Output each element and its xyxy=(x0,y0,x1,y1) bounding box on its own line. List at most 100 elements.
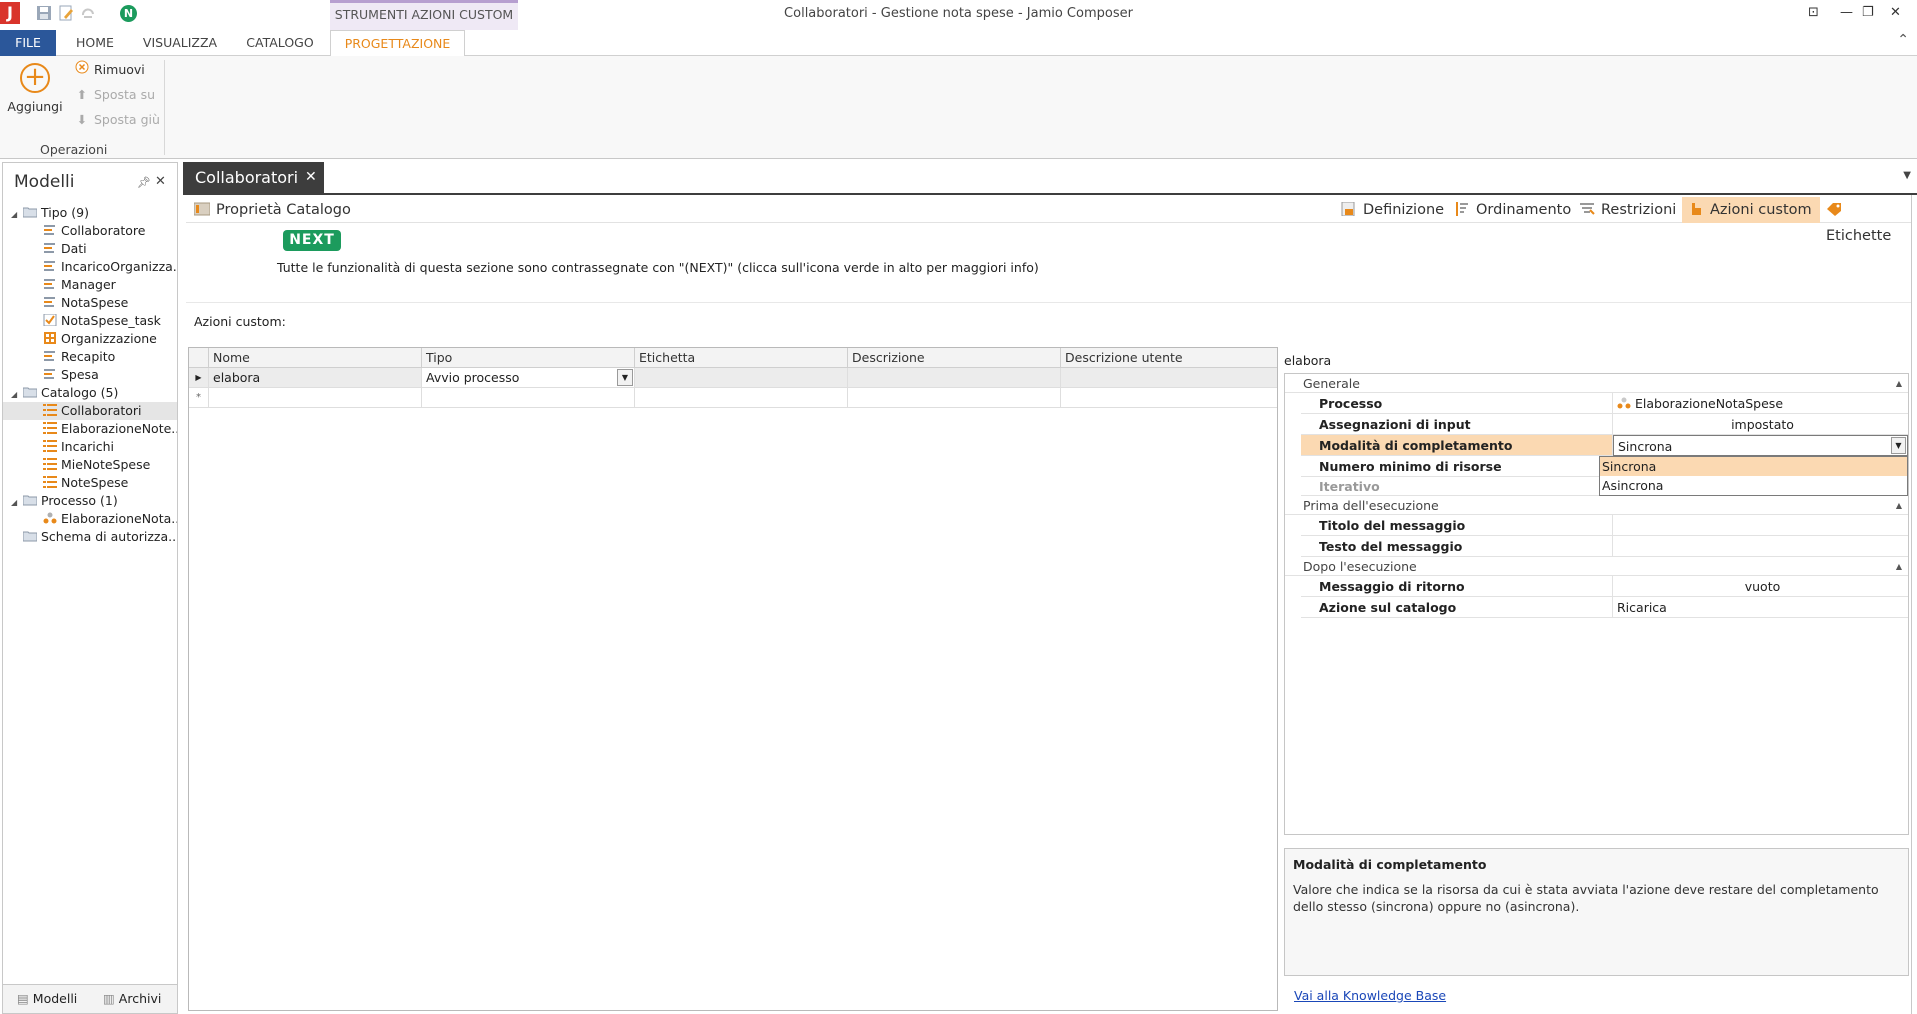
property-description-panel: Modalità di completamento Valore che ind… xyxy=(1284,848,1909,976)
tree-item-label: ElaborazioneNota... xyxy=(61,511,177,526)
type-icon xyxy=(43,223,57,235)
pin-icon[interactable]: 📌︎ xyxy=(137,176,151,189)
close-tab-icon[interactable]: ✕ xyxy=(305,169,317,185)
tree-item[interactable]: Collaboratori xyxy=(3,402,177,420)
view-etichette-label: Etichette xyxy=(1826,228,1892,244)
prop-value-messaggio[interactable]: vuoto xyxy=(1613,576,1908,597)
tree-item[interactable]: Recapito xyxy=(3,348,177,366)
knowledge-base-link[interactable]: Vai alla Knowledge Base xyxy=(1294,988,1446,1003)
collapse-icon[interactable]: ▲ xyxy=(1896,557,1902,576)
models-panel-title: Modelli xyxy=(14,172,75,192)
tab-modelli[interactable]: ▤ Modelli xyxy=(17,991,77,1006)
collapse-ribbon-icon[interactable]: ⌃ xyxy=(1897,32,1909,48)
cell-tipo-select[interactable]: Avvio processo ▼ xyxy=(422,368,635,388)
new-row-cell[interactable] xyxy=(848,388,1061,408)
tree-item[interactable]: MieNoteSpese xyxy=(3,456,177,474)
collapse-icon[interactable]: ▲ xyxy=(1896,374,1902,393)
tree-item[interactable]: NotaSpese_task xyxy=(3,312,177,330)
tree-group[interactable]: ◢ Tipo (9) xyxy=(3,204,177,222)
folder-icon xyxy=(22,493,38,506)
expand-toggle-icon[interactable]: ◢ xyxy=(11,206,23,222)
prop-value-titolo[interactable] xyxy=(1613,515,1908,536)
move-up-button[interactable]: ⬆ Sposta su xyxy=(74,85,155,105)
tree-item[interactable]: NoteSpese xyxy=(3,474,177,492)
dropdown-option-asincrona[interactable]: Asincrona xyxy=(1600,476,1907,495)
prop-value-testo[interactable] xyxy=(1613,536,1908,557)
expand-toggle-icon[interactable]: ◢ xyxy=(11,494,23,510)
prop-value-processo[interactable]: ElaborazioneNotaSpese xyxy=(1613,393,1908,414)
tab-home[interactable]: HOME xyxy=(60,30,130,56)
add-button[interactable]: + Aggiungi xyxy=(4,60,66,120)
expand-toggle-icon[interactable]: ◢ xyxy=(11,386,23,402)
prop-value-modalita-select[interactable]: Sincrona ▼ xyxy=(1613,435,1908,456)
tab-visualizza[interactable]: VISUALIZZA xyxy=(136,30,224,56)
new-row-marker[interactable]: * xyxy=(189,388,209,408)
tree-group[interactable]: Schema di autorizza... xyxy=(3,528,177,546)
category-dopo-label: Dopo l'esecuzione xyxy=(1303,559,1417,574)
tree-item[interactable]: Spesa xyxy=(3,366,177,384)
cell-descrizione[interactable] xyxy=(848,368,1061,388)
description-text: Valore che indica se la risorsa da cui è… xyxy=(1293,882,1879,914)
view-definizione-button[interactable]: Definizione xyxy=(1341,197,1444,223)
view-etichette-button[interactable]: Etichette xyxy=(1826,197,1911,244)
view-azioni-custom-button[interactable]: Azioni custom xyxy=(1682,197,1820,223)
tree-item[interactable]: Dati xyxy=(3,240,177,258)
document-tab[interactable]: Collaboratori ✕ xyxy=(183,162,324,194)
column-header-descrizione-utente[interactable]: Descrizione utente xyxy=(1061,348,1277,368)
new-row-cell[interactable] xyxy=(209,388,422,408)
maximize-icon[interactable]: ❐ xyxy=(1862,5,1874,20)
category-prima[interactable]: Prima dell'esecuzione ▲ xyxy=(1285,496,1908,515)
tree-item[interactable]: Incarichi xyxy=(3,438,177,456)
row-indicator-icon[interactable]: ▶ xyxy=(189,368,209,388)
restore-ribbon-icon[interactable]: ⊡ xyxy=(1808,5,1819,20)
tree-item-label: Collaboratori xyxy=(61,403,142,418)
column-header-nome[interactable]: Nome xyxy=(209,348,422,368)
minimize-icon[interactable]: — xyxy=(1840,5,1853,20)
prop-value-assegnazioni[interactable]: impostato xyxy=(1613,414,1908,435)
tree-item[interactable]: IncaricoOrganizza... xyxy=(3,258,177,276)
tab-catalogo[interactable]: CATALOGO xyxy=(230,30,330,56)
prop-name-numero: Numero minimo di risorse xyxy=(1301,456,1613,477)
remove-button[interactable]: Rimuovi xyxy=(74,60,145,80)
column-header-etichetta[interactable]: Etichetta xyxy=(635,348,848,368)
tree-item[interactable]: ElaborazioneNota... xyxy=(3,510,177,528)
close-panel-icon[interactable]: ✕ xyxy=(155,174,166,189)
view-restrizioni-button[interactable]: Restrizioni xyxy=(1579,197,1676,223)
move-down-button[interactable]: ⬇ Sposta giù xyxy=(74,110,160,130)
tree-group[interactable]: ◢ Catalogo (5) xyxy=(3,384,177,402)
column-header-descrizione[interactable]: Descrizione xyxy=(848,348,1061,368)
tab-list-dropdown-icon[interactable]: ▼ xyxy=(1903,170,1911,181)
close-window-icon[interactable]: ✕ xyxy=(1890,5,1901,20)
tab-archivi[interactable]: ▥ Archivi xyxy=(103,991,161,1006)
tree-item[interactable]: ElaborazioneNote... xyxy=(3,420,177,438)
tab-file[interactable]: FILE xyxy=(0,30,56,56)
type-icon xyxy=(43,259,57,271)
folder-icon xyxy=(22,385,38,398)
dropdown-option-sincrona[interactable]: Sincrona xyxy=(1600,457,1907,476)
prop-value-azione[interactable]: Ricarica xyxy=(1613,597,1908,618)
collapse-icon[interactable]: ▲ xyxy=(1896,496,1902,515)
document-tab-label: Collaboratori xyxy=(195,168,299,187)
tree-item[interactable]: Manager xyxy=(3,276,177,294)
cell-descrizione-utente[interactable] xyxy=(1061,368,1277,388)
column-header-tipo[interactable]: Tipo xyxy=(422,348,635,368)
catalog-properties-label: Proprietà Catalogo xyxy=(216,202,351,218)
next-badge[interactable]: NEXT xyxy=(283,230,341,251)
archive-icon: ▥ xyxy=(103,991,115,1006)
new-row-cell[interactable] xyxy=(422,388,635,408)
tree-group[interactable]: ◢ Processo (1) xyxy=(3,492,177,510)
catalog-properties-button[interactable]: Proprietà Catalogo xyxy=(193,197,351,223)
new-row-cell[interactable] xyxy=(635,388,848,408)
cell-etichetta[interactable] xyxy=(635,368,848,388)
category-dopo[interactable]: Dopo l'esecuzione ▲ xyxy=(1285,557,1908,576)
view-ordinamento-button[interactable]: Ordinamento xyxy=(1454,197,1571,223)
tree-item[interactable]: Organizzazione xyxy=(3,330,177,348)
cell-nome[interactable]: elabora xyxy=(209,368,422,388)
tree-item[interactable]: Collaboratore xyxy=(3,222,177,240)
chevron-down-icon[interactable]: ▼ xyxy=(1891,437,1906,454)
category-generale[interactable]: Generale ▲ xyxy=(1285,374,1908,393)
tab-progettazione[interactable]: PROGETTAZIONE xyxy=(330,30,465,57)
tree-item[interactable]: NotaSpese xyxy=(3,294,177,312)
new-row-cell[interactable] xyxy=(1061,388,1277,408)
chevron-down-icon[interactable]: ▼ xyxy=(617,369,633,386)
